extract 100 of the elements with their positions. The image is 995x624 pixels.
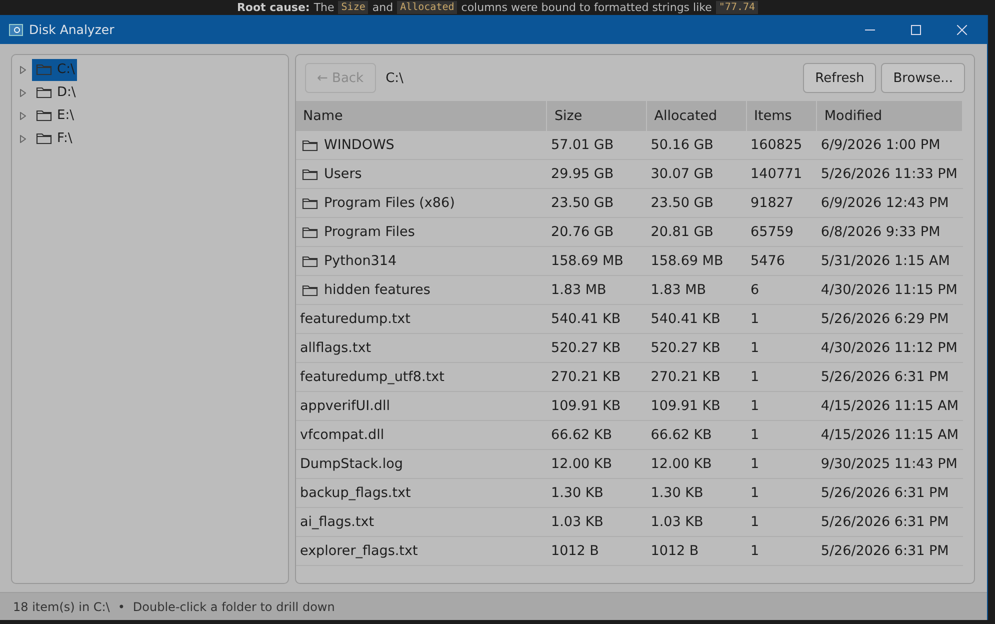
refresh-button[interactable]: Refresh [803, 63, 876, 93]
table-cell: vfcompat.dll [296, 420, 547, 450]
table-cell: 30.07 GB [646, 160, 747, 188]
table-cell: 1 [746, 450, 817, 478]
background-text: Allocated [397, 1, 458, 14]
maximize-icon[interactable] [911, 24, 921, 34]
table-cell: 1 [746, 478, 817, 508]
status-hint: Double-click a folder to drill down [132, 600, 335, 614]
folder-icon [302, 254, 318, 268]
table-cell: Users [296, 160, 547, 188]
table-cell: 5/26/2026 6:31 PM [816, 478, 962, 508]
table-cell: 5/26/2026 11:33 PM [816, 160, 962, 188]
table-cell: 5/26/2026 6:31 PM [816, 362, 962, 392]
expand-arrow-icon[interactable] [20, 66, 26, 74]
table-cell: 109.91 KB [546, 392, 647, 420]
table-cell: 4/30/2026 11:15 PM [816, 276, 962, 304]
table-cell: 1012 B [546, 536, 647, 566]
table-cell: 23.50 GB [546, 188, 647, 218]
table-cell: 1.03 KB [646, 508, 747, 536]
table-cell: 5/26/2026 6:29 PM [816, 304, 962, 334]
table-cell: 1.83 MB [646, 276, 747, 304]
column-header[interactable]: Items [746, 101, 817, 131]
table-cell: 20.76 GB [546, 218, 647, 246]
table-cell: 6 [746, 276, 817, 304]
table-cell: 109.91 KB [646, 392, 747, 420]
table-cell: 5/26/2026 6:31 PM [816, 536, 962, 566]
expand-arrow-icon[interactable] [20, 134, 26, 142]
background-text: columns were bound to formatted strings like [461, 1, 712, 14]
column-header[interactable]: Name [296, 101, 547, 131]
table-cell: 270.21 KB [646, 362, 747, 392]
table-cell: 158.69 MB [546, 246, 647, 276]
column-header[interactable]: Modified [816, 101, 962, 131]
background-text: Root cause: [236, 1, 310, 14]
close-icon[interactable] [957, 24, 967, 34]
expand-arrow-icon[interactable] [20, 112, 26, 120]
table-cell: 520.27 KB [646, 334, 747, 362]
table-cell: 1 [746, 420, 817, 450]
table-cell: 66.62 KB [646, 420, 747, 450]
table-cell: 1 [746, 392, 817, 420]
table-cell: featuredump.txt [296, 304, 547, 334]
status-text: 18 item(s) in C:\ [13, 600, 110, 614]
table-cell: 20.81 GB [646, 218, 747, 246]
table-cell: 520.27 KB [546, 334, 647, 362]
folder-icon [36, 63, 52, 76]
table-cell: hidden features [296, 276, 547, 304]
folder-icon [36, 109, 52, 122]
browse-button[interactable]: Browse... [881, 63, 965, 93]
table-cell: 6/8/2026 9:33 PM [816, 218, 962, 246]
table-cell: 12.00 KB [646, 450, 747, 478]
table-cell: 50.16 GB [646, 131, 747, 160]
table-cell: explorer_flags.txt [296, 536, 547, 566]
tree-item[interactable]: D:\ [32, 82, 78, 104]
table-cell: 1 [746, 536, 817, 566]
folder-icon [302, 168, 318, 180]
table-cell: 91827 [746, 188, 817, 218]
table-cell: 5/31/2026 1:15 AM [816, 246, 962, 276]
table-cell: backup_flags.txt [296, 478, 547, 508]
table-cell: 29.95 GB [546, 160, 647, 188]
table-cell: 1.30 KB [646, 478, 747, 508]
table-cell: 5/26/2026 6:31 PM [816, 508, 962, 536]
table-cell: Python314 [296, 246, 547, 276]
background-text: "77.74 [716, 1, 758, 14]
column-header[interactable]: Size [546, 101, 647, 131]
folder-icon [36, 132, 52, 145]
table-cell: allflags.txt [296, 334, 547, 362]
table-cell: 9/30/2025 11:43 PM [816, 450, 962, 478]
table-cell: 540.41 KB [646, 304, 747, 334]
folder-icon [302, 226, 318, 238]
background-text: The [314, 1, 334, 14]
table-cell: 1 [746, 304, 817, 334]
table-cell: 1.03 KB [546, 508, 647, 536]
table-cell: appverifUI.dll [296, 392, 547, 420]
table-cell: 23.50 GB [646, 188, 747, 218]
folder-icon [302, 138, 318, 152]
table-cell: 1 [746, 508, 817, 536]
background-text: Size [338, 1, 368, 14]
table-cell: WINDOWS [296, 131, 547, 160]
table-cell: 158.69 MB [646, 246, 747, 276]
tree-item[interactable]: E:\ [32, 104, 76, 126]
table-cell: 57.01 GB [546, 131, 647, 160]
table-cell: 270.21 KB [546, 362, 647, 392]
table-cell: Program Files (x86) [296, 188, 547, 218]
folder-icon [36, 86, 52, 99]
table-cell: Program Files [296, 218, 547, 246]
table-cell: 1 [746, 334, 817, 362]
folder-icon [302, 284, 318, 296]
table-cell: 1012 B [646, 536, 747, 566]
current-path: C:\ [386, 70, 404, 86]
table-cell: ai_flags.txt [296, 508, 547, 536]
table-cell: 1.83 MB [546, 276, 647, 304]
table-cell: 5476 [746, 246, 817, 276]
table-cell: 140771 [746, 160, 817, 188]
column-header[interactable]: Allocated [646, 101, 747, 131]
table-cell: 6/9/2026 12:43 PM [816, 188, 962, 218]
table-cell: 12.00 KB [546, 450, 647, 478]
tree-item[interactable]: F:\ [32, 128, 74, 150]
app-icon [9, 24, 23, 36]
table-cell: 6/9/2026 1:00 PM [816, 131, 962, 160]
table-cell: DumpStack.log [296, 450, 547, 478]
expand-arrow-icon[interactable] [20, 88, 26, 96]
